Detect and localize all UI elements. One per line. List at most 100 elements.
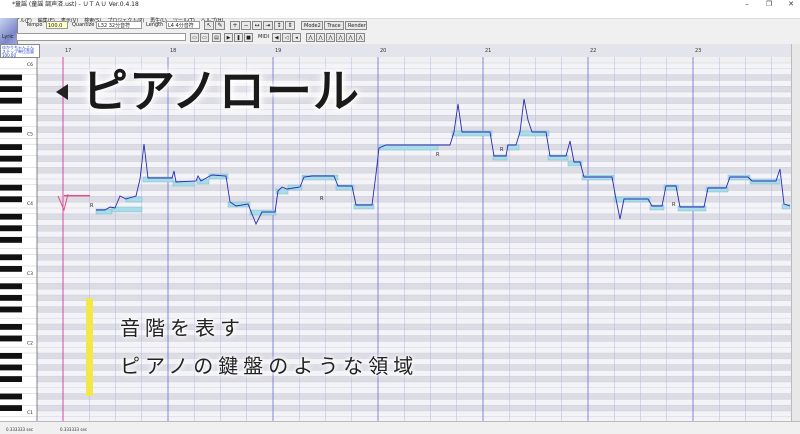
note[interactable] — [111, 206, 143, 213]
black-key[interactable] — [0, 353, 22, 359]
octave-label: C6 — [27, 62, 33, 68]
black-key[interactable] — [0, 196, 22, 203]
black-key[interactable] — [0, 155, 22, 162]
black-key[interactable] — [0, 144, 22, 150]
envelope-tool-1-icon[interactable]: ⋀ — [306, 33, 315, 42]
envelope-tool-4-icon[interactable]: ⋀ — [336, 33, 345, 42]
pitch-row — [37, 393, 791, 400]
pitch-row — [37, 289, 791, 295]
speaker-icon[interactable]: ◂ — [292, 33, 301, 42]
toolbar-main: Tempo 100.0 Quantize L32 32分音符 Length L4… — [18, 20, 800, 32]
pointer-tool-icon[interactable]: ↖ — [204, 21, 214, 30]
mode2-button[interactable]: Mode2 — [301, 21, 323, 30]
black-key[interactable] — [0, 306, 22, 313]
black-key[interactable] — [0, 115, 22, 121]
rest-mark: R — [436, 152, 440, 158]
black-key[interactable] — [0, 393, 22, 400]
black-key[interactable] — [0, 376, 22, 382]
status-left: 0.333333 sec — [6, 427, 34, 432]
render-button[interactable]: Render — [345, 21, 367, 30]
tempo-label: Tempo — [26, 22, 43, 28]
octave-label: C5 — [27, 132, 33, 138]
piano-keyboard[interactable]: C6 C5 C4 C3 C2 C1 — [0, 57, 38, 421]
rest-mark: R — [500, 147, 504, 153]
zoom-in-icon[interactable]: + — [230, 21, 240, 30]
window-title: *童謡 (童謡 調声済.ust) - ＵＴＡＵ Ver.0.4.18 — [12, 1, 139, 8]
prev-icon[interactable]: ◁ — [282, 33, 291, 42]
black-key[interactable] — [0, 324, 22, 330]
quantize-select[interactable]: L32 32分音符 — [96, 21, 142, 29]
note[interactable] — [581, 174, 615, 181]
rewind-icon[interactable]: ◀ — [272, 33, 281, 42]
pitch-row — [37, 132, 791, 139]
black-key[interactable] — [0, 213, 22, 220]
envelope-tool-5-icon[interactable]: ⋀ — [346, 33, 355, 42]
black-key[interactable] — [0, 225, 22, 232]
black-key[interactable] — [0, 237, 22, 243]
expand-horizontal-icon[interactable]: ↔ — [252, 21, 262, 30]
note[interactable] — [125, 196, 143, 203]
tempo-input[interactable]: 100.0 — [46, 21, 68, 29]
envelope-tool-3-icon[interactable]: ⋀ — [326, 33, 335, 42]
pencil-tool-icon[interactable]: ✎ — [215, 21, 225, 30]
close-button[interactable]: ✕ — [784, 0, 798, 9]
note[interactable] — [249, 209, 277, 216]
trace-button[interactable]: Trace — [324, 21, 344, 30]
measure-number: 21 — [485, 48, 491, 54]
folder-icon[interactable]: ▭ — [200, 33, 209, 42]
black-key[interactable] — [0, 167, 22, 174]
play-icon[interactable]: ▶ — [224, 33, 233, 42]
expand-vertical-icon[interactable]: ↕ — [274, 21, 284, 30]
pitch-row — [37, 225, 791, 232]
pitch-row — [37, 231, 791, 237]
black-key[interactable] — [0, 254, 22, 261]
length-label: Length — [146, 22, 164, 28]
settings-icon[interactable]: ▤ — [212, 33, 221, 42]
black-key[interactable] — [0, 266, 22, 272]
note[interactable] — [506, 144, 520, 151]
pitch-row — [37, 161, 791, 168]
pitch-row — [37, 295, 791, 301]
note[interactable] — [613, 196, 651, 203]
pitch-row — [37, 399, 791, 406]
length-select[interactable]: L4 4分音符 — [166, 21, 200, 29]
zoom-out-icon[interactable]: − — [241, 21, 251, 30]
measure-number: 17 — [65, 48, 71, 54]
pitch-row — [37, 266, 791, 272]
black-key[interactable] — [0, 184, 22, 191]
singer-panel[interactable]: ゆかりちゃんよん ステップ単位音量 100.00 — [0, 44, 40, 58]
measure-number: 23 — [695, 48, 701, 54]
black-key[interactable] — [0, 126, 22, 133]
shrink-vertical-icon[interactable]: ⇕ — [285, 21, 295, 30]
envelope-tool-2-icon[interactable]: ⋀ — [316, 33, 325, 42]
measure-ruler[interactable] — [0, 44, 791, 57]
shrink-horizontal-icon[interactable]: ⇥ — [263, 21, 273, 30]
callout-line-2: ピアノの鍵盤のような領域 — [120, 354, 419, 378]
toolbar-lyric: Lyric ▭ ▭ ▤ ▶ ❚ ■ MIDI ◀ ◁ ◂ ⋀ ⋀ ⋀ ⋀ ⋀ ⋀ — [2, 32, 800, 44]
octave-label: C2 — [27, 340, 33, 346]
stop-icon[interactable]: ■ — [244, 33, 253, 42]
black-key[interactable] — [0, 364, 22, 371]
vertical-scrollbar[interactable] — [791, 44, 800, 421]
pitch-row — [37, 219, 791, 226]
pitch-row — [37, 155, 791, 162]
black-key[interactable] — [0, 86, 22, 92]
black-key[interactable] — [0, 283, 22, 290]
black-key[interactable] — [0, 295, 22, 301]
lyric-input[interactable] — [16, 33, 186, 41]
title-bar: *童謡 (童謡 調声済.ust) - ＵＴＡＵ Ver.0.4.18 – ❐ ✕ — [0, 0, 800, 9]
black-key[interactable] — [0, 74, 22, 81]
maximize-button[interactable]: ❐ — [762, 0, 776, 9]
note[interactable] — [379, 144, 439, 151]
pitch-row — [37, 126, 791, 133]
folder-open-icon[interactable]: ▭ — [190, 33, 199, 42]
pause-icon[interactable]: ❚ — [234, 33, 243, 42]
black-key[interactable] — [0, 335, 22, 342]
minimize-button[interactable]: – — [740, 0, 754, 9]
pitch-row — [37, 248, 791, 255]
envelope-tool-6-icon[interactable]: ⋀ — [356, 33, 365, 42]
note[interactable] — [749, 178, 781, 185]
black-key[interactable] — [0, 97, 22, 104]
black-key[interactable] — [0, 405, 22, 411]
note[interactable] — [727, 174, 751, 181]
